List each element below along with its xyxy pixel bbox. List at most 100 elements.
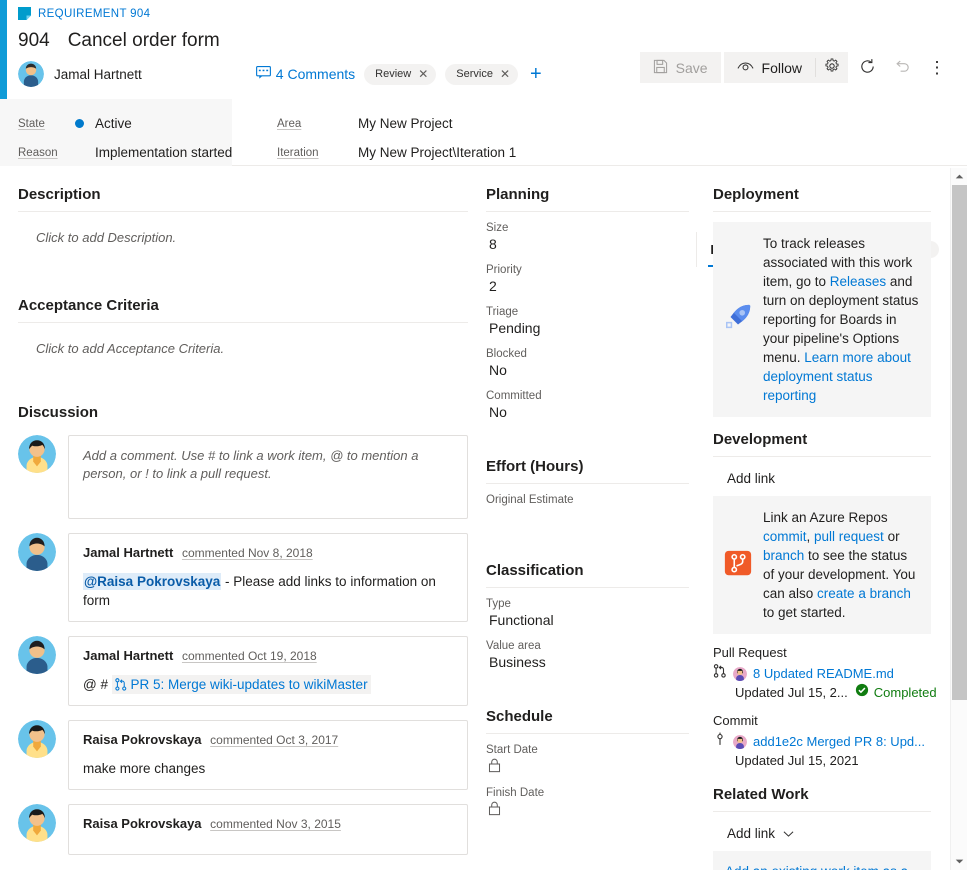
- save-button[interactable]: Save: [640, 52, 721, 83]
- commit-link[interactable]: commit: [763, 529, 807, 544]
- create-branch-link[interactable]: create a branch: [817, 586, 911, 601]
- acceptance-criteria-placeholder[interactable]: Click to add Acceptance Criteria.: [18, 333, 468, 356]
- comments-link[interactable]: 4 Comments: [256, 66, 355, 82]
- development-card-text: Link an Azure Repos commit, pull request…: [763, 508, 919, 622]
- comment-header: Jamal Hartnett commented Nov 8, 2018: [83, 545, 453, 560]
- new-comment-input[interactable]: Add a comment. Use # to link a work item…: [68, 435, 468, 519]
- state-label: State: [18, 118, 75, 130]
- column-middle: Planning Size 8 Priority 2 Triage Pendin…: [480, 168, 705, 870]
- pull-request-icon: [713, 664, 727, 683]
- tag-service[interactable]: Service ✕: [445, 64, 518, 85]
- field-original-estimate[interactable]: Original Estimate: [486, 494, 689, 525]
- field-label: Start Date: [486, 744, 689, 756]
- development-info-card: Link an Azure Repos commit, pull request…: [713, 496, 931, 634]
- scrollbar-track[interactable]: [951, 185, 967, 853]
- save-label: Save: [676, 60, 708, 76]
- commit-line-primary: add1e2c Merged PR 8: Upd...: [713, 732, 931, 751]
- description-placeholder[interactable]: Click to add Description.: [18, 222, 468, 245]
- follow-settings-button[interactable]: [816, 52, 848, 83]
- related-work-add-link-button[interactable]: Add link: [713, 822, 931, 851]
- reason-field[interactable]: Reason Implementation started: [18, 138, 232, 167]
- comment-header: Raisa Pokrovskaya commented Oct 3, 2017: [83, 732, 453, 747]
- mention-link[interactable]: @Raisa Pokrovskaya: [83, 573, 221, 590]
- comment-body-box: Jamal Hartnett commented Oct 19, 2018 @ …: [68, 636, 468, 706]
- field-label: Priority: [486, 264, 689, 276]
- work-item-body: Description Click to add Description. Ac…: [0, 168, 967, 870]
- comment-body-box: Raisa Pokrovskaya commented Oct 3, 2017 …: [68, 720, 468, 790]
- requirement-icon: [18, 7, 31, 20]
- work-item-header: REQUIREMENT 904 904 Cancel order form Ja…: [0, 0, 967, 99]
- branch-link[interactable]: branch: [763, 548, 804, 563]
- vertical-scrollbar[interactable]: [950, 168, 967, 870]
- area-field[interactable]: Area My New Project: [277, 109, 516, 138]
- comment-text: make more changes: [83, 759, 453, 778]
- work-item-fields-band: State Active Reason Implementation start…: [0, 99, 967, 166]
- repos-icon: [723, 548, 753, 583]
- work-item-title[interactable]: Cancel order form: [68, 30, 220, 52]
- field-label: Original Estimate: [486, 494, 689, 506]
- eye-icon: [737, 60, 754, 76]
- pull-request-link[interactable]: PR 5: Merge wiki-updates to wikiMaster: [112, 675, 371, 694]
- comment-body-box: Raisa Pokrovskaya commented Nov 3, 2015: [68, 804, 468, 855]
- field-type[interactable]: Type Functional: [486, 598, 689, 629]
- planning-title: Planning: [486, 186, 689, 203]
- field-value-area[interactable]: Value area Business: [486, 640, 689, 671]
- work-item-toolbar: Save Follow: [640, 52, 953, 83]
- field-size[interactable]: Size 8: [486, 222, 689, 253]
- close-icon[interactable]: ✕: [418, 68, 428, 80]
- comment-timestamp[interactable]: commented Nov 3, 2015: [210, 817, 341, 831]
- add-parent-link[interactable]: Add an existing work item as a parent: [725, 864, 908, 870]
- new-comment-row: Add a comment. Use # to link a work item…: [18, 435, 468, 519]
- commit-line-secondary: Updated Jul 15, 2021: [713, 751, 931, 770]
- plus-icon[interactable]: +: [527, 64, 545, 84]
- follow-button[interactable]: Follow: [724, 52, 815, 83]
- comment-item: Raisa Pokrovskaya commented Oct 3, 2017 …: [18, 720, 468, 790]
- field-value: 8: [486, 236, 689, 253]
- lock-icon: [486, 801, 689, 819]
- reason-value: Implementation started: [95, 145, 232, 160]
- pull-request-label: PR 5: Merge wiki-updates to wikiMaster: [130, 677, 367, 692]
- pull-request-link[interactable]: pull request: [814, 529, 884, 544]
- area-label: Area: [277, 118, 358, 130]
- column-right: Deployment To track releases associated …: [705, 168, 945, 870]
- pull-request-title[interactable]: 8 Updated README.md: [753, 664, 894, 683]
- pull-request-group-label: Pull Request: [713, 645, 931, 660]
- field-label: Triage: [486, 306, 689, 318]
- pull-request-item[interactable]: 8 Updated README.md Updated Jul 15, 2...…: [713, 664, 931, 702]
- undo-button[interactable]: [886, 52, 918, 83]
- releases-link[interactable]: Releases: [830, 274, 886, 289]
- scroll-up-button[interactable]: [951, 168, 967, 185]
- field-triage[interactable]: Triage Pending: [486, 306, 689, 337]
- commit-item[interactable]: add1e2c Merged PR 8: Upd... Updated Jul …: [713, 732, 931, 770]
- iteration-field[interactable]: Iteration My New Project\Iteration 1: [277, 138, 516, 167]
- field-value: No: [486, 404, 689, 421]
- avatar: [733, 667, 747, 681]
- field-committed[interactable]: Committed No: [486, 390, 689, 421]
- field-blocked[interactable]: Blocked No: [486, 348, 689, 379]
- tag-review[interactable]: Review ✕: [364, 64, 436, 85]
- iteration-value: My New Project\Iteration 1: [358, 145, 516, 160]
- development-add-link-button[interactable]: Add link: [713, 467, 931, 496]
- work-item-type-label[interactable]: REQUIREMENT 904: [38, 8, 150, 20]
- avatar: [18, 636, 56, 674]
- state-field[interactable]: State Active: [18, 109, 232, 138]
- avatar: [18, 720, 56, 758]
- comment-timestamp[interactable]: commented Oct 3, 2017: [210, 733, 338, 747]
- comment-timestamp[interactable]: commented Oct 19, 2018: [182, 649, 317, 663]
- related-work-suggestion-card[interactable]: Add an existing work item as a parent: [713, 851, 931, 870]
- more-actions-button[interactable]: ⋮: [921, 52, 953, 83]
- field-priority[interactable]: Priority 2: [486, 264, 689, 295]
- commit-title[interactable]: add1e2c Merged PR 8: Upd...: [753, 732, 925, 751]
- assignee[interactable]: Jamal Hartnett: [18, 61, 142, 87]
- field-value: [486, 508, 689, 525]
- field-start-date[interactable]: Start Date: [486, 744, 689, 776]
- comment-timestamp[interactable]: commented Nov 8, 2018: [182, 546, 313, 560]
- kebab-icon: ⋮: [929, 59, 946, 76]
- add-link-label: Add link: [727, 826, 775, 841]
- refresh-button[interactable]: [851, 52, 883, 83]
- scrollbar-thumb[interactable]: [952, 185, 967, 700]
- close-icon[interactable]: ✕: [500, 68, 510, 80]
- scroll-down-button[interactable]: [951, 853, 967, 870]
- commit-updated: Updated Jul 15, 2021: [735, 751, 859, 770]
- field-finish-date[interactable]: Finish Date: [486, 787, 689, 819]
